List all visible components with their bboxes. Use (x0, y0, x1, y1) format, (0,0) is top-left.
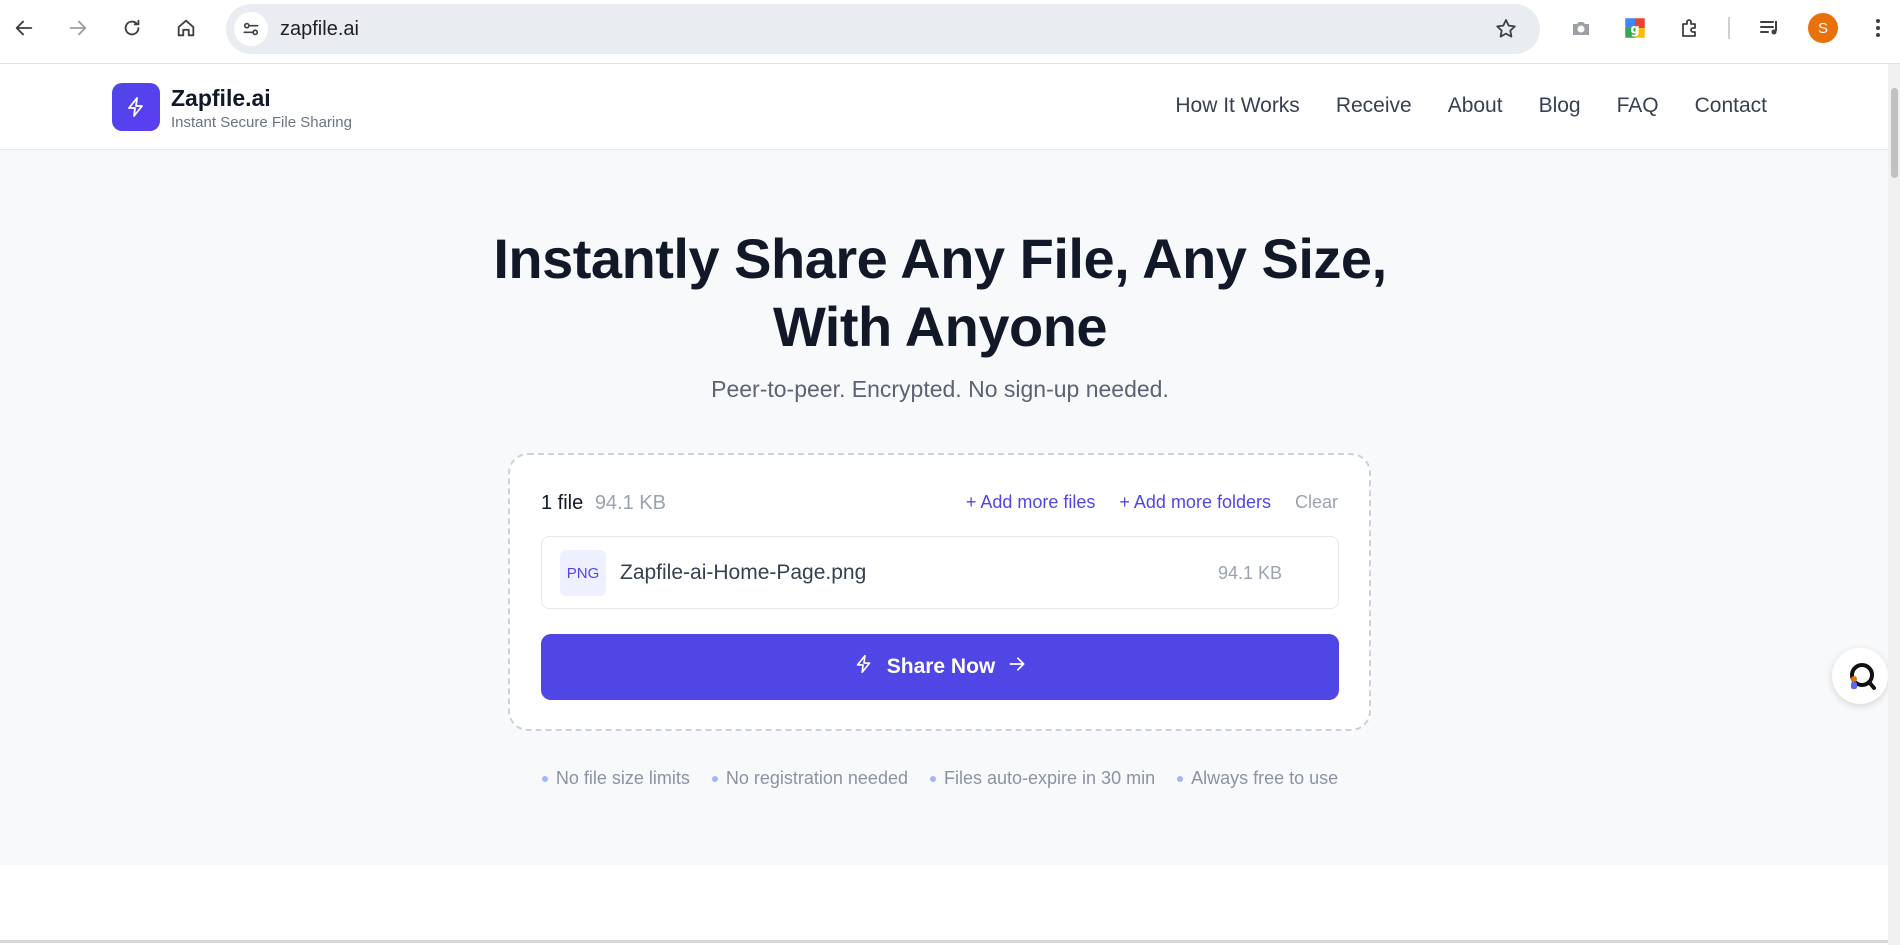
file-count: 1 file (541, 492, 584, 514)
bullet-dot (1177, 775, 1184, 782)
main-nav: How It Works Receive About Blog FAQ Cont… (1175, 94, 1767, 118)
file-type-badge: PNG (560, 550, 606, 596)
headline-line-1: Instantly Share Any File, Any Size, (493, 227, 1387, 290)
page-scrollbar[interactable] (1888, 64, 1900, 945)
bullet-dot (929, 775, 936, 782)
file-summary: 1 file 94.1 KB (541, 492, 666, 515)
arrow-right-icon (1007, 654, 1027, 680)
hero-subheadline: Peer-to-peer. Encrypted. No sign-up need… (711, 376, 1169, 402)
file-name: Zapfile-ai-Home-Page.png (620, 561, 867, 584)
add-more-folders-link[interactable]: + Add more folders (1119, 492, 1271, 513)
feature-item: Always free to use (1177, 768, 1338, 789)
share-now-button[interactable]: Share Now (541, 634, 1339, 700)
total-size: 94.1 KB (594, 492, 666, 514)
file-dropzone[interactable]: 1 file 94.1 KB + Add more files + Add mo… (508, 453, 1371, 731)
address-bar[interactable]: zapfile.ai (226, 4, 1540, 54)
back-icon[interactable] (10, 12, 38, 44)
file-list-item: PNG Zapfile-ai-Home-Page.png 94.1 KB (541, 536, 1339, 609)
clear-link[interactable]: Clear (1295, 492, 1338, 513)
url-text[interactable]: zapfile.ai (280, 18, 359, 41)
forward-icon[interactable] (64, 12, 92, 44)
feature-item: Files auto-expire in 30 min (929, 768, 1155, 789)
site-info-icon[interactable] (234, 12, 268, 46)
upload-actions: + Add more files + Add more folders Clea… (966, 492, 1338, 513)
svg-text:g: g (1630, 22, 1639, 37)
toolbar-divider (1728, 17, 1730, 39)
nav-receive[interactable]: Receive (1336, 94, 1412, 118)
browser-menu-icon[interactable] (1864, 14, 1892, 42)
bullet-dot (541, 775, 548, 782)
home-icon[interactable] (172, 12, 200, 44)
site-header: Zapfile.ai Instant Secure File Sharing H… (0, 64, 1888, 150)
extensions-puzzle-icon[interactable] (1676, 14, 1704, 42)
logo-bolt-icon[interactable] (112, 83, 160, 131)
share-now-label: Share Now (886, 655, 996, 678)
hero-section: Instantly Share Any File, Any Size, With… (0, 150, 1888, 865)
add-more-files-link[interactable]: + Add more files (966, 492, 1096, 513)
bullet-dot (711, 775, 718, 782)
chat-widget-icon[interactable] (1832, 648, 1888, 704)
brand-name[interactable]: Zapfile.ai (171, 85, 271, 112)
nav-contact[interactable]: Contact (1695, 94, 1767, 118)
media-queue-icon[interactable] (1756, 14, 1784, 42)
scrollbar-thumb[interactable] (1891, 88, 1898, 178)
headline-line-2: With Anyone (772, 295, 1108, 358)
bottom-divider (0, 940, 1888, 943)
bookmark-star-icon[interactable] (1494, 17, 1518, 46)
feature-list: No file size limits No registration need… (0, 768, 1880, 789)
nav-faq[interactable]: FAQ (1617, 94, 1659, 118)
nav-blog[interactable]: Blog (1539, 94, 1581, 118)
camera-icon[interactable] (1567, 14, 1595, 42)
browser-toolbar: zapfile.ai g S (0, 0, 1900, 64)
brand-tagline: Instant Secure File Sharing (171, 114, 352, 131)
google-extension-icon[interactable]: g (1621, 14, 1649, 42)
feature-item: No registration needed (711, 768, 908, 789)
hero-headline: Instantly Share Any File, Any Size, With… (0, 225, 1880, 361)
reload-icon[interactable] (118, 12, 146, 44)
nav-how-it-works[interactable]: How It Works (1175, 94, 1299, 118)
bolt-icon (853, 653, 875, 681)
profile-avatar[interactable]: S (1808, 13, 1838, 43)
nav-about[interactable]: About (1448, 94, 1503, 118)
feature-item: No file size limits (541, 768, 690, 789)
file-size: 94.1 KB (1217, 563, 1282, 583)
